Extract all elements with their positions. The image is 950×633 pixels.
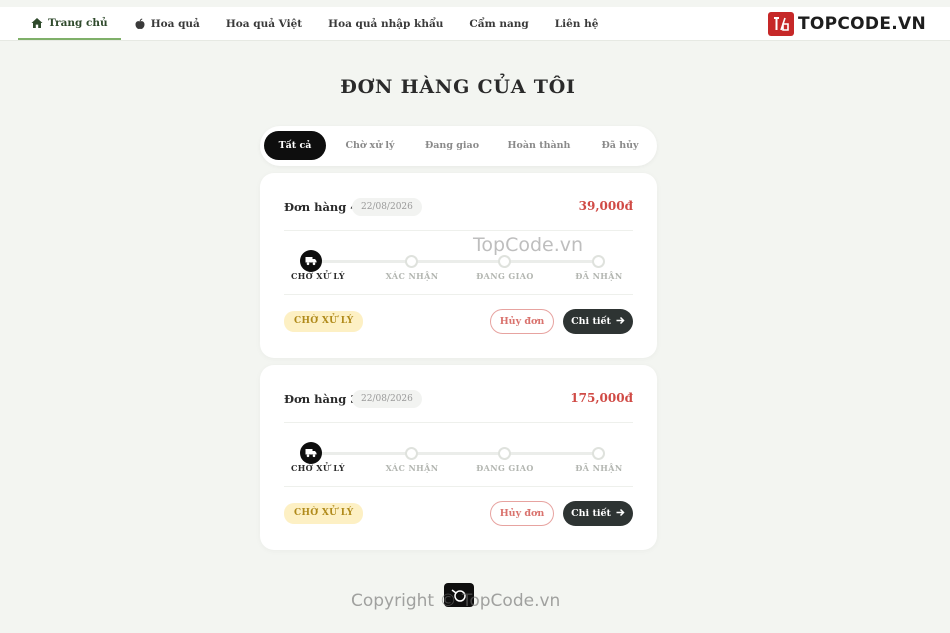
arrow-right-icon (616, 508, 625, 520)
apple-icon (134, 18, 146, 30)
nav-item-label: Trang chủ (48, 16, 108, 29)
progress-track (312, 452, 599, 455)
order-date: 22/08/2026 (352, 198, 422, 216)
order-total: 39,000đ (578, 199, 633, 213)
step-label-pending: CHỜ XỬ LÝ (290, 271, 346, 281)
order-total: 175,000đ (570, 391, 633, 405)
step-received-dot (592, 447, 605, 460)
order-status-tabs: Tất cả Chờ xử lý Đang giao Hoàn thành Đã… (260, 126, 657, 166)
tab-shipping[interactable]: Đang giao (420, 131, 484, 160)
progress-track (312, 260, 599, 263)
tab-cancelled[interactable]: Đã hủy (594, 131, 646, 160)
brand-logo[interactable]: TOPCODE.VN (767, 12, 926, 36)
nav-item-vietnam-fruits[interactable]: Hoa quả Việt (213, 7, 315, 40)
detail-label: Chi tiết (571, 508, 611, 519)
nav-item-label: Hoa quả nhập khẩu (328, 17, 444, 30)
nav-item-imported-fruits[interactable]: Hoa quả nhập khẩu (315, 7, 456, 40)
nav-item-fruits[interactable]: Hoa quả (121, 7, 213, 40)
divider (284, 486, 633, 487)
step-label-confirmed: XÁC NHẬN (385, 463, 439, 473)
tab-all[interactable]: Tất cả (264, 131, 326, 160)
step-confirmed-dot (405, 447, 418, 460)
divider (284, 422, 633, 423)
nav-item-handbook[interactable]: Cẩm nang (456, 7, 541, 40)
divider (284, 294, 633, 295)
order-name: Đơn hàng 3 (284, 392, 359, 406)
cancel-order-button[interactable]: Hủy đơn (490, 309, 554, 334)
watermark-text: TopCode.vn (473, 234, 584, 256)
step-label-received: ĐÃ NHẬN (575, 271, 623, 281)
page-title: ĐƠN HÀNG CỦA TÔI (340, 76, 576, 98)
order-detail-button[interactable]: Chi tiết (563, 501, 633, 526)
step-confirmed-dot (405, 255, 418, 268)
brand-mark-icon (767, 12, 794, 36)
truck-icon (305, 449, 317, 458)
top-navbar: Trang chủ Hoa quả Hoa quả Việt Hoa quả n… (0, 7, 950, 41)
cancel-order-button[interactable]: Hủy đơn (490, 501, 554, 526)
nav-item-home[interactable]: Trang chủ (18, 7, 121, 40)
step-shipping-dot (498, 447, 511, 460)
order-name: Đơn hàng 4 (284, 200, 359, 214)
step-label-confirmed: XÁC NHẬN (385, 271, 439, 281)
status-badge: CHỜ XỬ LÝ (284, 311, 364, 332)
order-card: Đơn hàng 3 22/08/2026 175,000đ CHỜ XỬ LÝ… (260, 365, 657, 550)
home-icon (31, 17, 43, 29)
step-label-shipping: ĐANG GIAO (476, 271, 534, 281)
order-date: 22/08/2026 (352, 390, 422, 408)
nav-links: Trang chủ Hoa quả Hoa quả Việt Hoa quả n… (18, 7, 611, 40)
nav-item-label: Hoa quả Việt (225, 17, 303, 30)
step-pending-dot (300, 250, 322, 272)
truck-icon (305, 257, 317, 266)
step-pending-dot (300, 442, 322, 464)
divider (284, 230, 633, 231)
step-label-pending: CHỜ XỬ LÝ (290, 463, 346, 473)
step-shipping-dot (498, 255, 511, 268)
tab-pending[interactable]: Chờ xử lý (336, 131, 404, 160)
step-label-shipping: ĐANG GIAO (476, 463, 534, 473)
brand-text: TOPCODE.VN (797, 14, 926, 34)
step-label-received: ĐÃ NHẬN (575, 463, 623, 473)
nav-item-label: Liên hệ (554, 17, 599, 30)
nav-item-label: Cẩm nang (469, 17, 529, 30)
arrow-right-icon (616, 316, 625, 328)
nav-item-contact[interactable]: Liên hệ (542, 7, 612, 40)
order-card: Đơn hàng 4 22/08/2026 39,000đ CHỜ XỬ LÝ … (260, 173, 657, 358)
detail-label: Chi tiết (571, 316, 611, 327)
status-badge: CHỜ XỬ LÝ (284, 503, 364, 524)
order-detail-button[interactable]: Chi tiết (563, 309, 633, 334)
step-received-dot (592, 255, 605, 268)
tab-completed[interactable]: Hoàn thành (504, 131, 574, 160)
copyright-text: Copyright © TopCode.vn (351, 591, 561, 611)
nav-item-label: Hoa quả (150, 17, 200, 30)
